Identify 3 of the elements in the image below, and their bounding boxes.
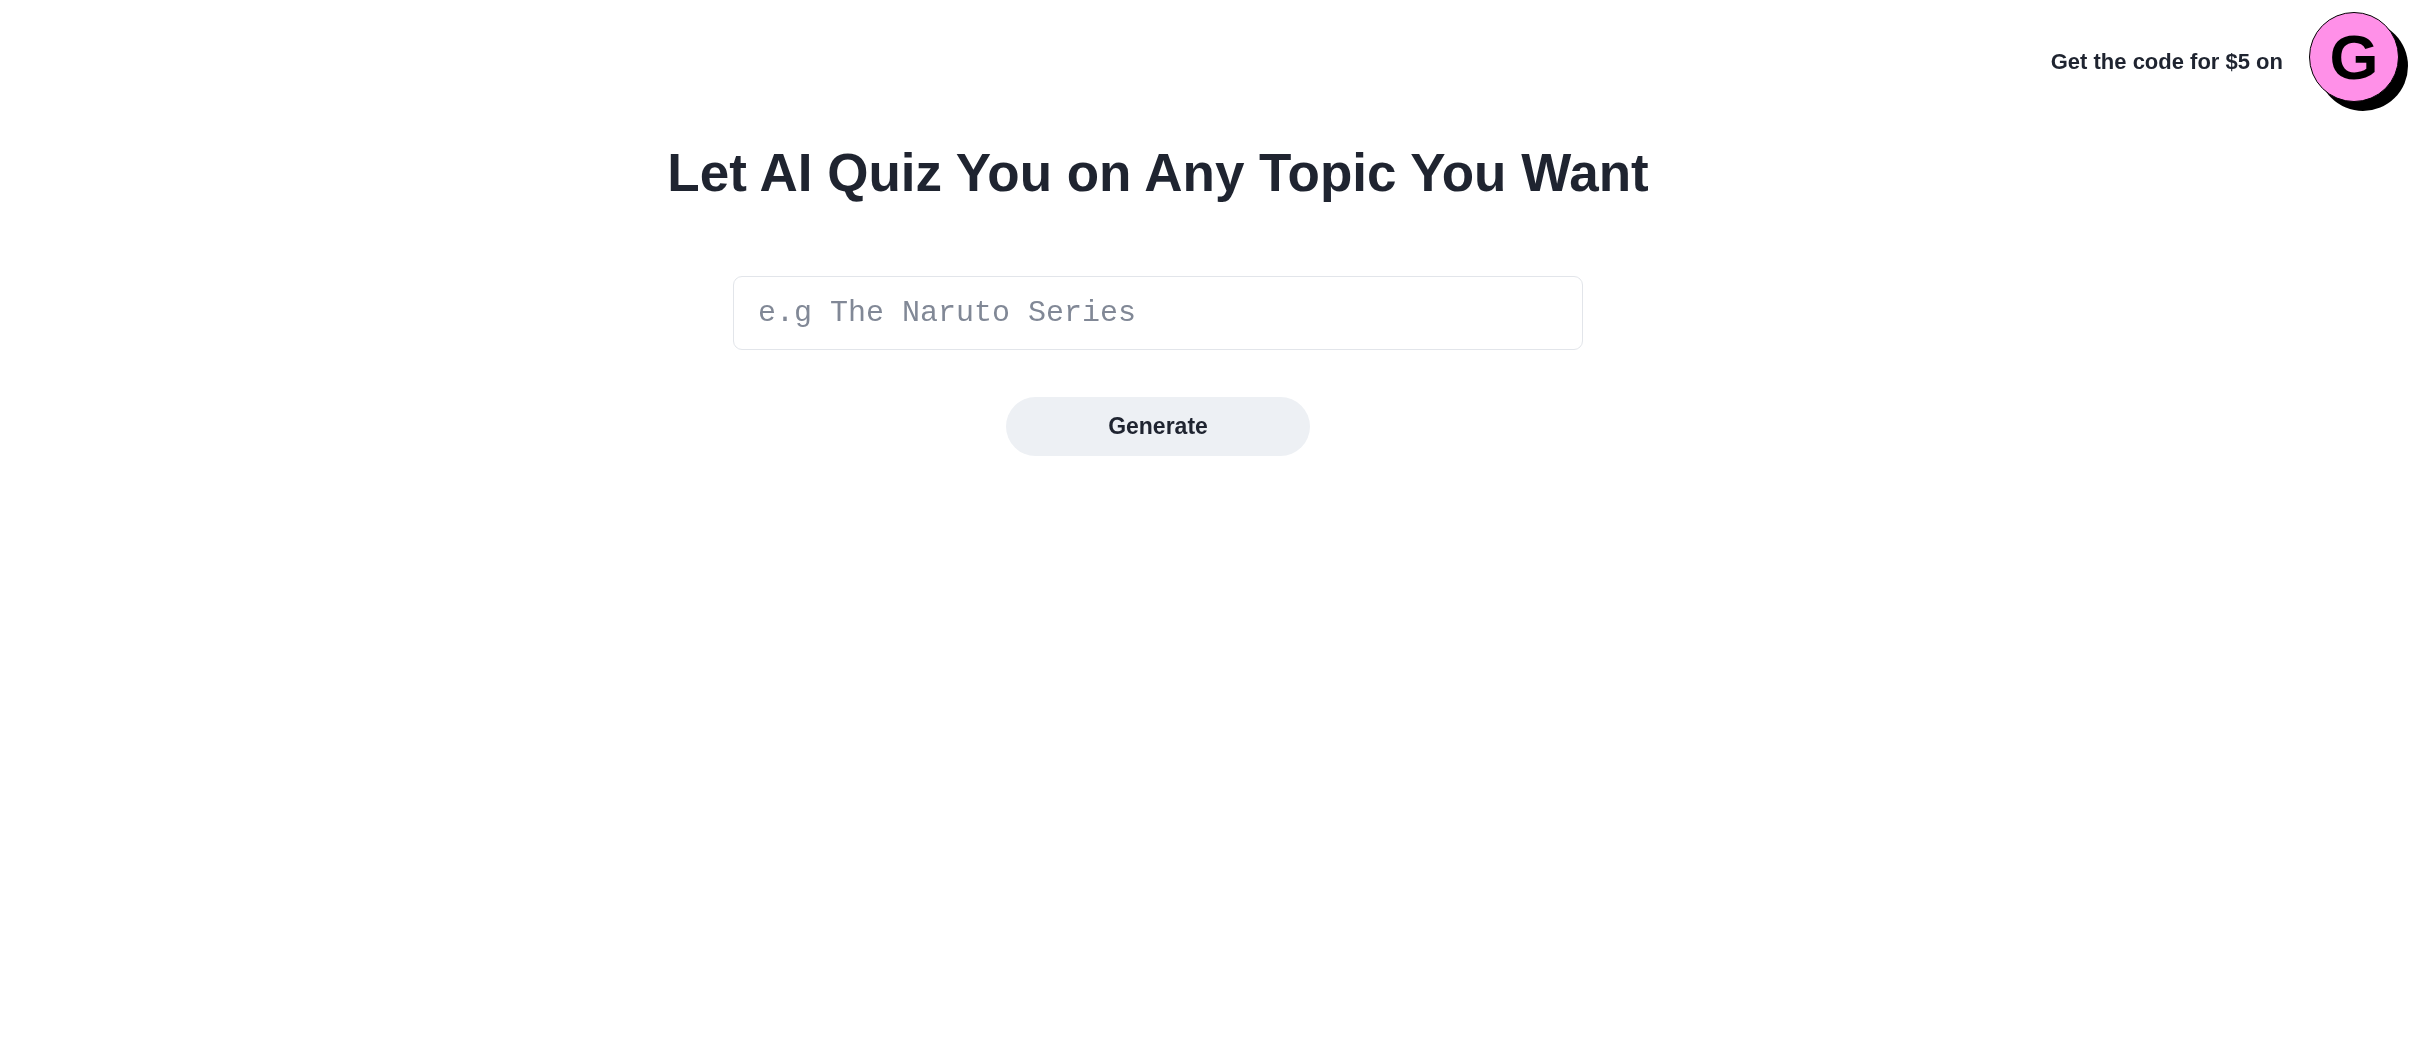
promo-link[interactable]: Get the code for $5 on xyxy=(2050,45,2283,78)
generate-button[interactable]: Generate xyxy=(1006,397,1310,456)
topic-input-field[interactable]: e.g The Naruto Series xyxy=(733,276,1583,350)
